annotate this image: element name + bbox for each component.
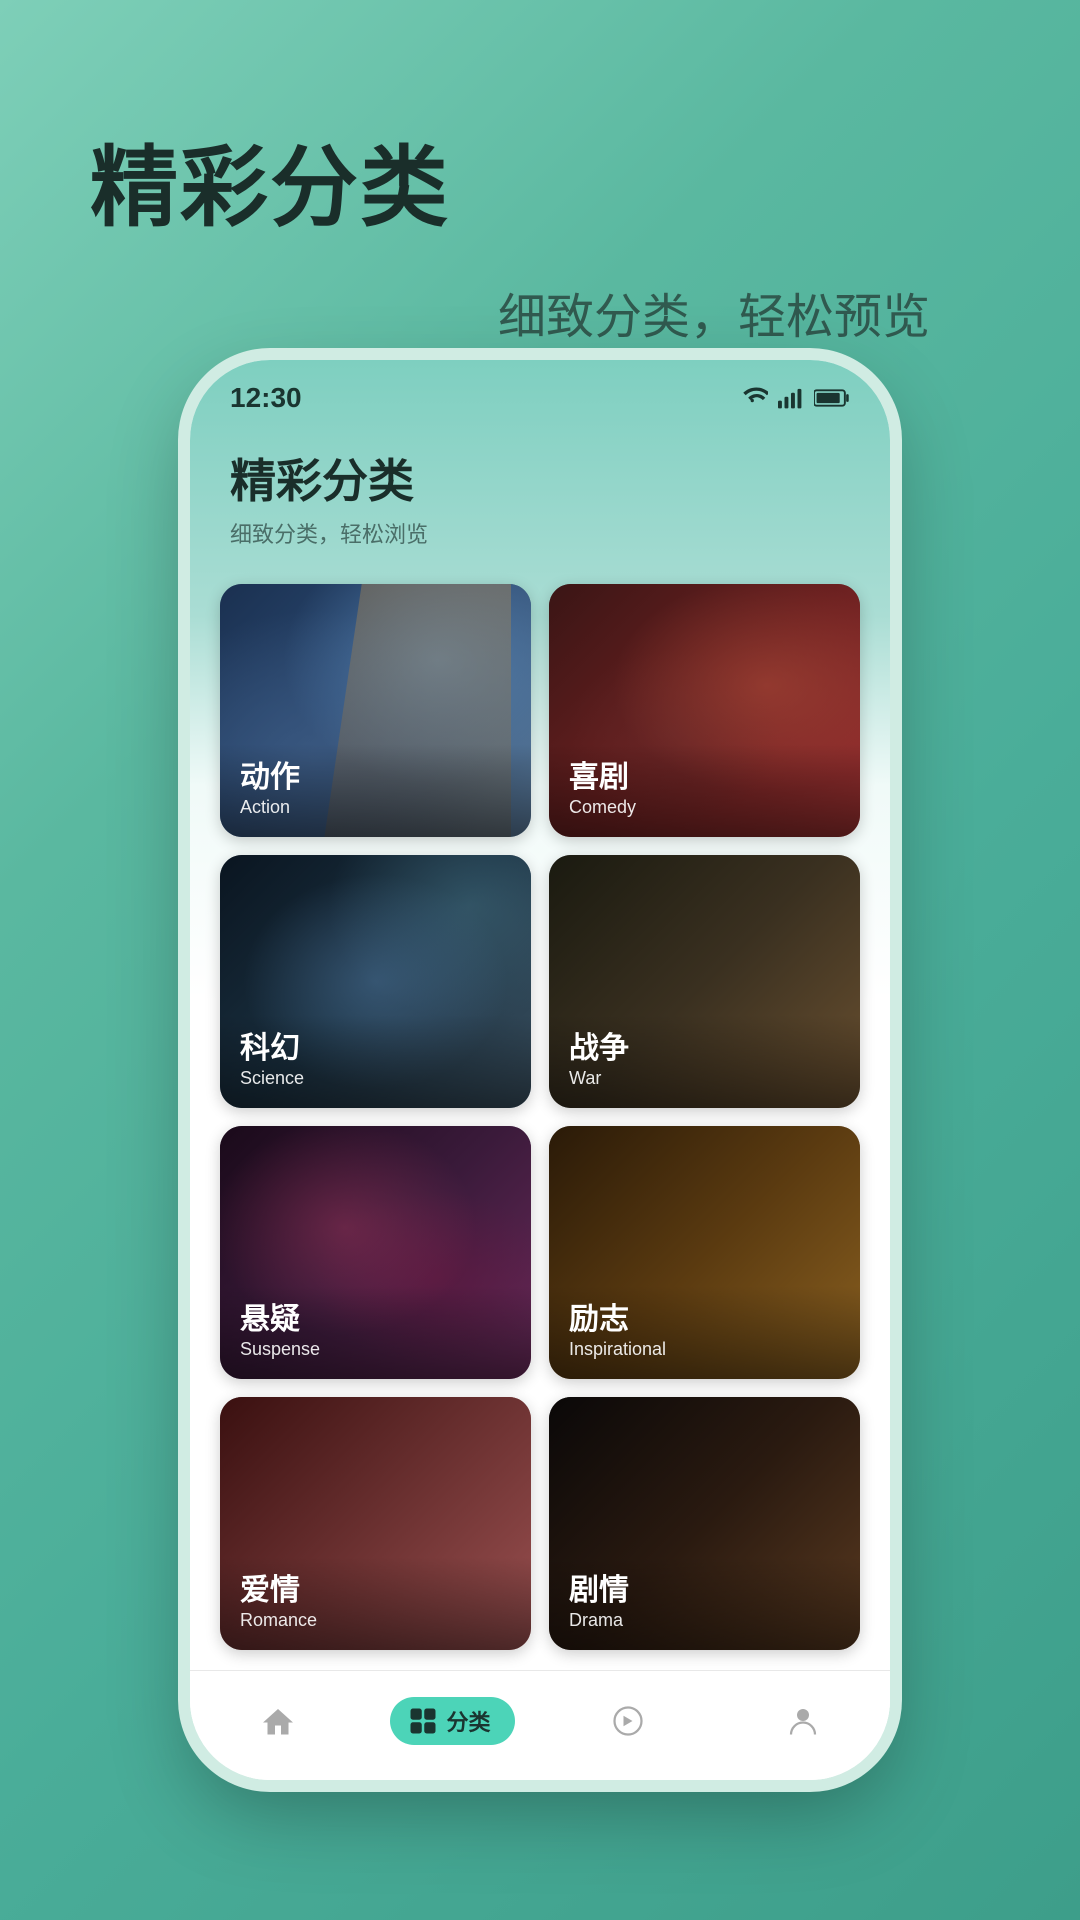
phone-frame: 12:30 <box>190 360 890 1780</box>
categories-icon <box>408 1706 438 1736</box>
categories-grid: 动作 Action 喜剧 Comedy 科幻 <box>190 564 890 1670</box>
category-card-inspirational[interactable]: 励志 Inspirational <box>549 1126 860 1379</box>
category-cn-war: 战争 <box>569 1031 840 1067</box>
nav-item-categories[interactable]: 分类 <box>365 1697 540 1745</box>
nav-item-profile[interactable] <box>715 1704 890 1738</box>
category-card-suspense[interactable]: 悬疑 Suspense <box>220 1126 531 1379</box>
category-cn-romance: 爱情 <box>240 1573 511 1609</box>
status-time: 12:30 <box>230 382 302 414</box>
category-card-drama[interactable]: 剧情 Drama <box>549 1397 860 1650</box>
status-bar: 12:30 <box>190 360 890 425</box>
category-card-romance[interactable]: 爱情 Romance <box>220 1397 531 1650</box>
nav-item-video[interactable] <box>540 1704 715 1738</box>
profile-icon <box>785 1704 821 1738</box>
nav-item-home[interactable] <box>190 1704 365 1738</box>
category-card-science[interactable]: 科幻 Science <box>220 855 531 1108</box>
home-icon <box>260 1704 296 1738</box>
status-icons <box>740 387 850 409</box>
signal-icon <box>778 387 804 409</box>
page-hero-subtitle: 细致分类，轻松预览 <box>90 277 990 347</box>
category-card-war[interactable]: 战争 War <box>549 855 860 1108</box>
phone-wrapper: 12:30 <box>190 360 890 1780</box>
app-header-title: 精彩分类 <box>230 445 850 511</box>
category-en-drama: Drama <box>569 1609 840 1632</box>
category-cn-inspirational: 励志 <box>569 1302 840 1338</box>
page-hero-title: 精彩分类 <box>90 140 990 237</box>
category-cn-suspense: 悬疑 <box>240 1302 511 1338</box>
wifi-icon <box>740 387 768 409</box>
category-en-romance: Romance <box>240 1609 511 1632</box>
app-header: 精彩分类 细致分类，轻松浏览 <box>190 425 890 564</box>
category-en-war: War <box>569 1067 840 1090</box>
category-cn-comedy: 喜剧 <box>569 760 840 796</box>
category-cn-drama: 剧情 <box>569 1573 840 1609</box>
category-card-comedy[interactable]: 喜剧 Comedy <box>549 584 860 837</box>
battery-icon <box>814 387 850 409</box>
category-en-comedy: Comedy <box>569 796 840 819</box>
bottom-nav: 分类 <box>190 1670 890 1780</box>
category-cn-action: 动作 <box>240 760 511 796</box>
category-card-action[interactable]: 动作 Action <box>220 584 531 837</box>
category-en-action: Action <box>240 796 511 819</box>
categories-nav-label: 分类 <box>446 1705 490 1737</box>
category-en-inspirational: Inspirational <box>569 1338 840 1361</box>
app-header-subtitle: 细致分类，轻松浏览 <box>230 517 850 549</box>
category-cn-science: 科幻 <box>240 1031 511 1067</box>
page-title-area: 精彩分类 细致分类，轻松预览 <box>0 0 1080 377</box>
category-en-science: Science <box>240 1067 511 1090</box>
category-en-suspense: Suspense <box>240 1338 511 1361</box>
video-icon <box>610 1704 646 1738</box>
